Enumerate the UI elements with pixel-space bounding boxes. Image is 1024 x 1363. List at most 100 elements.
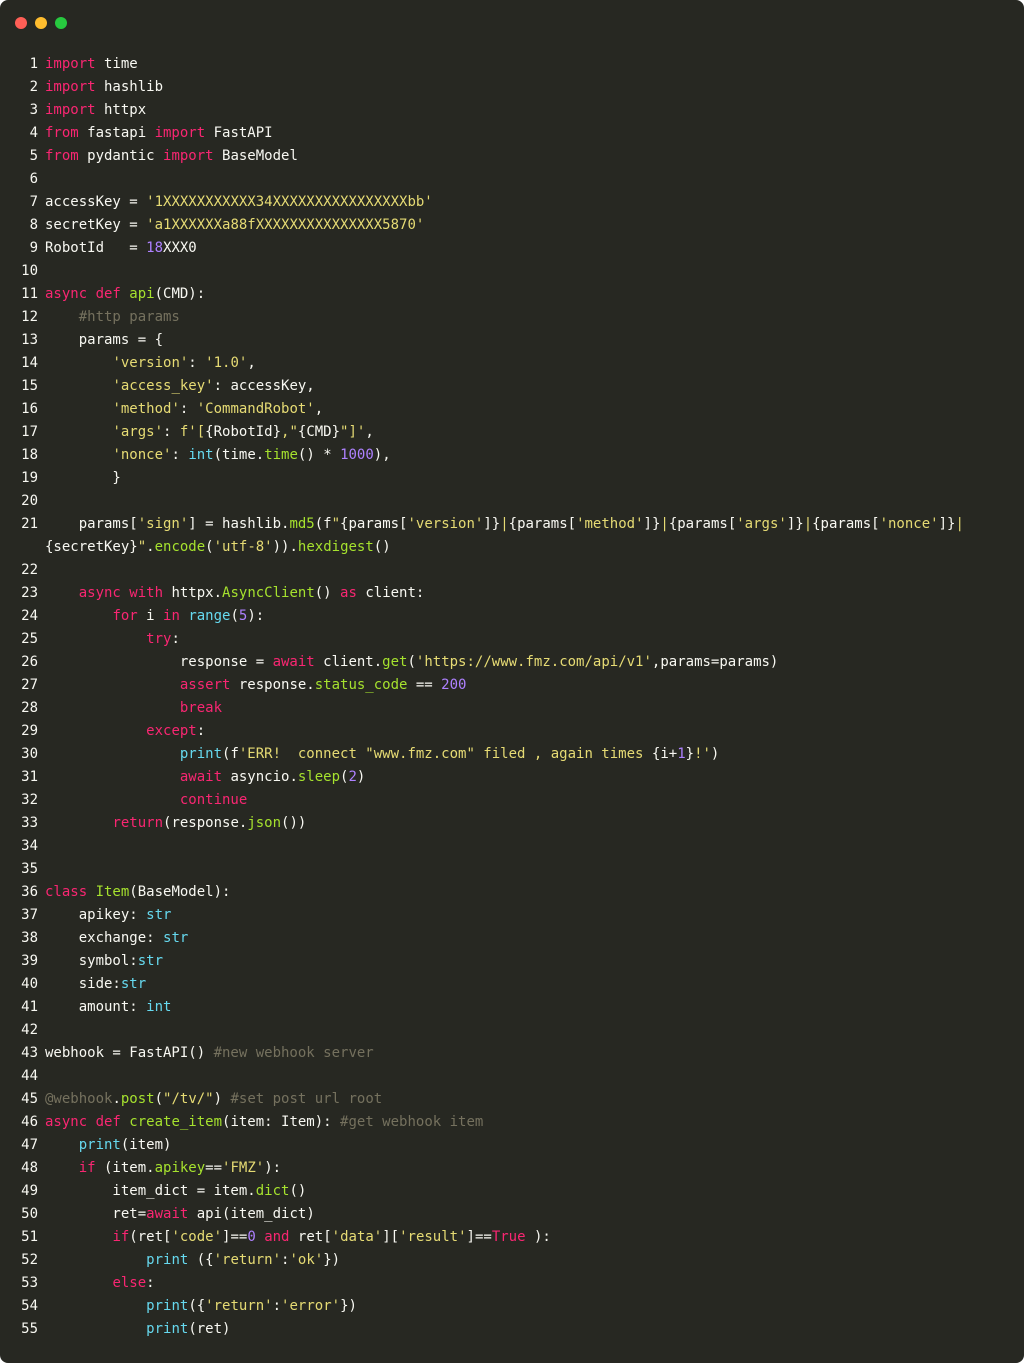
code-token: ,params=params) — [651, 654, 779, 670]
code-token: await — [272, 654, 315, 670]
line-text: print(item) — [45, 1134, 172, 1157]
code-token: {CMD} — [297, 424, 341, 440]
code-token: True — [491, 1229, 526, 1245]
code-token: 'args' — [112, 424, 164, 440]
code-token: : — [146, 1275, 155, 1291]
code-window: 1 import time 2 import hashlib 3 import httpx… — [0, 0, 1024, 1363]
code-token: (item. — [95, 1160, 155, 1176]
code-token: !' — [694, 746, 711, 762]
code-token: }) — [323, 1252, 341, 1268]
line-number: 50 — [21, 1206, 38, 1222]
code-token: hexdigest — [297, 539, 374, 555]
code-token: 18 — [146, 240, 164, 256]
code-token: and — [264, 1229, 290, 1245]
code-token: | — [500, 516, 509, 532]
code-line: 41 amount: int — [0, 996, 1024, 1019]
code-token: ): — [247, 608, 265, 624]
line-text: 'args': f'[{RobotId},"{CMD}"]', — [45, 421, 373, 444]
line-number: 7 — [29, 194, 38, 210]
code-token: BaseModel — [213, 148, 298, 164]
code-line: 46 async def create_item(item: Item): #ge… — [0, 1111, 1024, 1134]
line-number: 25 — [21, 631, 38, 647]
line-number: 32 — [21, 792, 38, 808]
code-token: get — [382, 654, 408, 670]
line-number: 1 — [29, 56, 38, 72]
line-text: print(f'ERR! connect "www.fmz.com" filed… — [45, 743, 720, 766]
line-text: async def api(CMD): — [45, 283, 205, 306]
line-number: 46 — [21, 1114, 38, 1130]
line-text: except: — [45, 720, 205, 743]
code-line: 29 except: — [0, 720, 1024, 743]
code-token: encode — [154, 539, 206, 555]
code-token: f'[ — [179, 424, 206, 440]
line-number: 11 — [21, 286, 38, 302]
code-token: import — [163, 148, 214, 164]
code-token: {params[ — [812, 516, 880, 532]
line-text: response = await client.get('https://www… — [45, 651, 779, 674]
code-line: 47 print(item) — [0, 1134, 1024, 1157]
code-token: #new webhook server — [213, 1045, 374, 1061]
code-token: == — [205, 1160, 223, 1176]
code-token: 1000 — [340, 447, 374, 463]
code-token: assert — [179, 677, 231, 693]
code-token: FastAPI — [205, 125, 273, 141]
line-text: from fastapi import FastAPI — [45, 122, 273, 145]
code-token: {params[ — [668, 516, 737, 532]
line-number: 52 — [21, 1252, 38, 1268]
code-token: str — [146, 907, 172, 923]
code-token: ): — [525, 1229, 551, 1245]
code-line: 20 — [0, 490, 1024, 513]
line-number: 35 — [21, 861, 38, 877]
close-button[interactable] — [15, 17, 27, 29]
code-token: ]} — [643, 516, 661, 532]
code-token: (time. — [213, 447, 265, 463]
code-line: 48 if (item.apikey=='FMZ'): — [0, 1157, 1024, 1180]
code-line: 23 async with httpx.AsyncClient() as cli… — [0, 582, 1024, 605]
code-token: | — [955, 516, 964, 532]
code-token: 1 — [677, 746, 686, 762]
code-token: class — [45, 884, 96, 900]
code-token: 'https://www.fmz.com/api/v1' — [415, 654, 652, 670]
line-number: 21 — [21, 516, 38, 532]
code-line: 10 — [0, 260, 1024, 283]
code-token: await — [179, 769, 223, 785]
code-token: (ret[ — [129, 1229, 172, 1245]
code-token: (item: Item): — [222, 1114, 341, 1130]
code-token: for — [112, 608, 138, 624]
code-line: 42 — [0, 1019, 1024, 1042]
code-line: 19 } — [0, 467, 1024, 490]
line-text: ret=await api(item_dict) — [45, 1203, 314, 1226]
code-token: import — [45, 56, 96, 72]
code-token: (f — [314, 516, 332, 532]
line-text: else: — [45, 1272, 155, 1295]
code-token: api — [129, 286, 155, 302]
code-token: return — [112, 815, 164, 831]
code-token: 'FMZ' — [222, 1160, 265, 1176]
code-token: '1.0' — [205, 355, 248, 371]
code-token: , — [314, 401, 324, 417]
line-text: side:str — [45, 973, 146, 996]
code-token: ()) — [281, 815, 307, 831]
line-number: 26 — [21, 654, 38, 670]
line-text: amount: int — [45, 996, 172, 1019]
maximize-button[interactable] — [55, 17, 67, 29]
code-token: secretKey = — [45, 217, 147, 233]
line-text: import time — [45, 53, 138, 76]
line-number: 9 — [29, 240, 38, 256]
code-token: ({ — [188, 1252, 214, 1268]
line-text: continue — [45, 789, 247, 812]
code-token: (item) — [120, 1137, 172, 1153]
code-token: ret= — [45, 1206, 147, 1222]
line-text: if(ret['code']==0 and ret['data']['resul… — [45, 1226, 551, 1249]
code-line: 27 assert response.status_code == 200 — [0, 674, 1024, 697]
minimize-button[interactable] — [35, 17, 47, 29]
code-line: 33 return(response.json()) — [0, 812, 1024, 835]
